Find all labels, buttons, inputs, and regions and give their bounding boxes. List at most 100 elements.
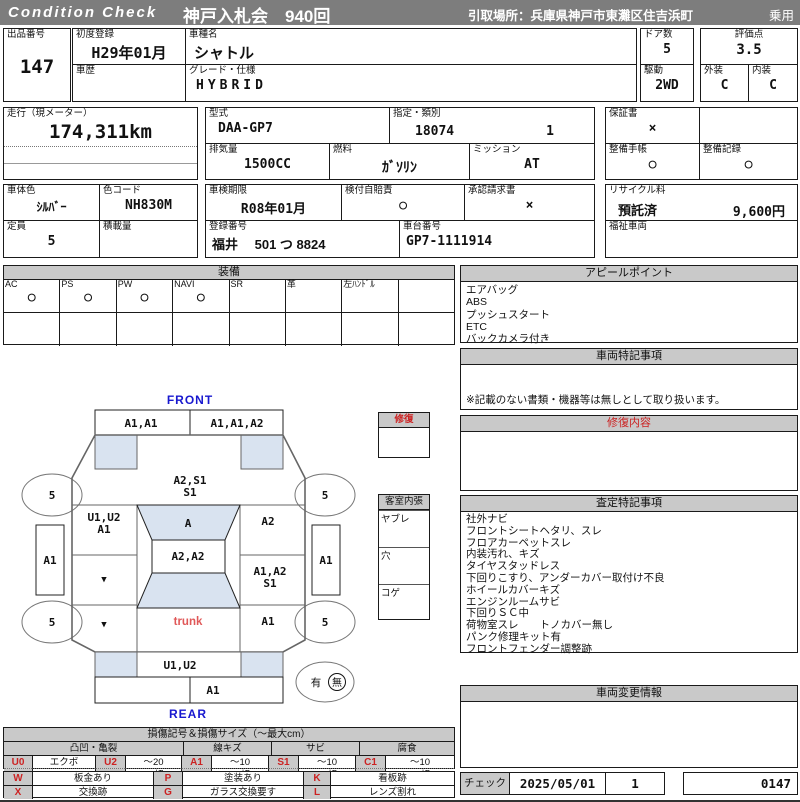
lot-number-label: 出品番号 bbox=[7, 29, 46, 40]
insurance-label: 検付自賠責 bbox=[345, 185, 393, 196]
score-value: 3.5 bbox=[736, 41, 762, 58]
color-code-label: 色コード bbox=[103, 185, 142, 196]
equipment-table: 装備 AC ○ PS ○ PW ○ NAVI ○ SR 革 左ﾊﾝﾄﾞﾙ bbox=[3, 265, 455, 346]
cabin-lining-box: 客室内張 ヤブレ 穴 コゲ bbox=[378, 494, 430, 620]
lot-number-box: 出品番号 147 bbox=[3, 28, 71, 102]
maintenance-record-box: 整備記録 ○ bbox=[699, 143, 798, 180]
grade-box: グレード・仕様 HYBRID bbox=[185, 64, 637, 102]
legend-title-row: 損傷記号＆損傷サイズ（～最大cm） bbox=[4, 728, 454, 741]
maintenance-book-value: ○ bbox=[648, 156, 657, 172]
equipment-mark: ○ bbox=[27, 289, 36, 305]
grade-label: グレード・仕様 bbox=[189, 65, 256, 76]
transmission-value: AT bbox=[524, 156, 540, 172]
displacement-box: 排気量 1500CC bbox=[205, 143, 330, 180]
legend-codes-row1: U0 エクボ U2 ～20 A1 ～10 S1 ～10 C1 ～10 bbox=[4, 755, 454, 769]
check-date: 2025/05/01 bbox=[510, 773, 606, 794]
rear-bumper-right-mark: A1 bbox=[206, 684, 220, 697]
equipment-empty-cell bbox=[115, 313, 172, 346]
spare-no-label: 無 bbox=[332, 676, 342, 689]
legend-desc: 交換跡 bbox=[32, 786, 153, 799]
rear-panel-mark: U1,U2 bbox=[163, 659, 196, 672]
approval-box: 承認請求書 × bbox=[464, 184, 595, 221]
left-sill-mark: A1 bbox=[43, 554, 57, 567]
vehicle-notes-title: 車両特記事項 bbox=[461, 349, 797, 365]
legend-desc: ～20 bbox=[125, 756, 181, 769]
equipment-label: SR bbox=[230, 279, 244, 289]
color-code-value: NH830M bbox=[125, 197, 172, 213]
equipment-label: NAVI bbox=[174, 279, 195, 289]
legend-code: U2 bbox=[95, 756, 125, 769]
fuel-box: 燃料 ｶﾞｿﾘﾝ bbox=[329, 143, 470, 180]
brand-logo: Condition Check bbox=[8, 4, 158, 21]
warranty-value: × bbox=[648, 120, 657, 136]
left-front-door-mark2: A1 bbox=[97, 523, 111, 536]
damage-marks-table: W 板金あり P 塗装あり K 看板跡 X 交換跡 G ガラス交換要す L レン… bbox=[3, 771, 455, 799]
equipment-empty-cell bbox=[228, 313, 285, 346]
legend-code: X bbox=[4, 786, 32, 799]
equipment-title: 装備 bbox=[4, 266, 454, 279]
hood-mark-line2: S1 bbox=[183, 486, 197, 499]
equipment-cell-ac: AC ○ bbox=[4, 279, 59, 312]
interior-grade-value: C bbox=[769, 77, 777, 93]
mileage-label: 走行（現メーター） bbox=[7, 108, 93, 119]
front-label: FRONT bbox=[167, 393, 213, 407]
warranty-box: 保証書 × bbox=[605, 107, 700, 144]
legend-code: U0 bbox=[4, 756, 32, 769]
first-registration-label: 初度登録 bbox=[76, 29, 115, 40]
maintenance-book-box: 整備手帳 ○ bbox=[605, 143, 700, 180]
equipment-cell-extra bbox=[397, 280, 454, 312]
legend-code: P bbox=[153, 772, 182, 785]
inspection-box: 車検期限 R08年01月 bbox=[205, 184, 342, 221]
class-box: 指定・類別 18074 1 bbox=[389, 107, 595, 144]
equipment-empty-cell bbox=[59, 313, 115, 346]
drive-value: 2WD bbox=[655, 77, 679, 93]
rear-label: REAR bbox=[169, 707, 207, 721]
legend-code: A1 bbox=[181, 756, 211, 769]
equipment-empty-cell bbox=[397, 313, 454, 346]
equipment-label: AC bbox=[5, 279, 18, 289]
equipment-empty-cell bbox=[4, 313, 59, 346]
maintenance-book-label: 整備手帳 bbox=[609, 144, 648, 155]
change-info-section: 車両変更情報 bbox=[460, 685, 798, 768]
equipment-empty-row bbox=[4, 312, 454, 346]
history-box: 車歴 bbox=[72, 64, 186, 102]
marks-row1: W 板金あり P 塗装あり K 看板跡 bbox=[4, 772, 454, 785]
legend-group-row: 凸凹・亀裂 線キズ サビ 腐食 bbox=[4, 741, 454, 755]
model-code-value: DAA-GP7 bbox=[218, 120, 273, 136]
sheet-number-box: 0147 bbox=[683, 772, 798, 795]
change-info-body bbox=[461, 702, 797, 706]
capacity-label: 定員 bbox=[7, 221, 27, 232]
insurance-box: 検付自賠責 ○ bbox=[341, 184, 465, 221]
doors-label: ドア数 bbox=[644, 29, 673, 40]
repair-content-body bbox=[461, 432, 797, 436]
chassis-value: GP7-1111914 bbox=[406, 233, 493, 249]
vehicle-notes-text: ※記載のない書類・機器等は無しとして取り扱います。 bbox=[466, 393, 726, 406]
legend-desc: ～10 bbox=[298, 756, 355, 769]
repair-content-title: 修復内容 bbox=[461, 416, 797, 432]
approval-label: 承認請求書 bbox=[468, 185, 516, 196]
legend-code: W bbox=[4, 772, 32, 785]
rear-window bbox=[136, 572, 241, 609]
fuel-value: ｶﾞｿﾘﾝ bbox=[382, 158, 417, 175]
interior-grade-box: 内装 C bbox=[748, 64, 798, 102]
model-name-value: シャトル bbox=[194, 44, 255, 62]
equipment-mark: ○ bbox=[196, 289, 205, 305]
doors-box: ドア数 5 bbox=[640, 28, 694, 65]
legend-desc: ～10 bbox=[211, 756, 268, 769]
model-code-box: 型式 DAA-GP7 bbox=[205, 107, 390, 144]
equipment-empty-cell bbox=[341, 313, 397, 346]
repair-flag-box: 修復 bbox=[378, 412, 430, 458]
equipment-label: 左ﾊﾝﾄﾞﾙ bbox=[343, 279, 375, 289]
maintenance-record-label: 整備記録 bbox=[703, 144, 742, 155]
recycle-fee-value: 9,600円 bbox=[732, 205, 785, 220]
model-name-box: 車種名 シャトル bbox=[185, 28, 637, 65]
left-quarter-repair-mark: ▼ bbox=[101, 620, 107, 630]
displacement-label: 排気量 bbox=[209, 144, 238, 155]
score-box: 評価点 3.5 bbox=[700, 28, 798, 65]
welfare-box: 福祉車両 bbox=[605, 220, 798, 258]
check-label: チェック bbox=[461, 773, 510, 794]
welfare-label: 福祉車両 bbox=[609, 221, 648, 232]
front-bumper-right-mark: A1,A1,A2 bbox=[211, 417, 264, 430]
class-sub-number: 1 bbox=[546, 124, 554, 139]
sheet-number: 0147 bbox=[760, 776, 791, 791]
